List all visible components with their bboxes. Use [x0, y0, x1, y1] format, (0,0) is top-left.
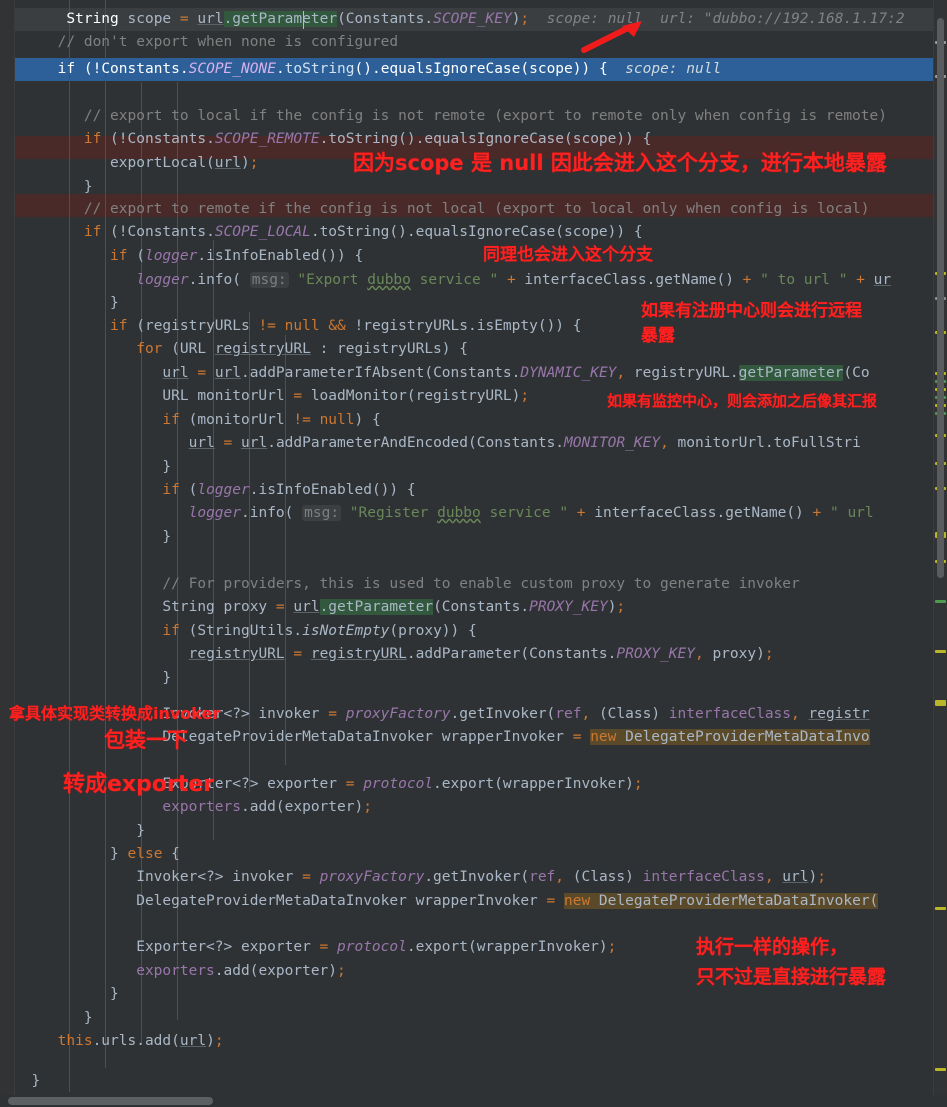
editor-gutter[interactable] — [0, 0, 15, 1107]
marker-ok[interactable] — [935, 600, 946, 603]
annotation-to-invoker: 拿具体实现类转换成invoker — [9, 704, 221, 723]
code-line[interactable]: if (monitorUrl != null) { — [0, 409, 947, 432]
annotation-monitor: 如果有监控中心，则会添加之后像其汇报 — [607, 392, 878, 410]
code-line[interactable]: // export to local if the config is not … — [0, 105, 947, 128]
annotation-wrap: 包装一下 — [104, 728, 188, 752]
marker-warning[interactable] — [935, 700, 946, 706]
code-line[interactable]: } — [0, 1070, 947, 1093]
red-arrow-annotation — [581, 21, 642, 53]
annotation-same-op-line2: 只不过是直接进行暴露 — [696, 966, 887, 988]
annotation-same-op-line1: 执行一样的操作， — [696, 936, 849, 958]
code-line[interactable]: // For providers, this is used to enable… — [0, 573, 947, 596]
code-line[interactable]: } — [0, 526, 947, 549]
code-line[interactable]: // export to remote if the config is not… — [0, 198, 947, 221]
annotation-registry-remote-line1: 如果有注册中心则会进行远程 — [641, 301, 862, 321]
code-line[interactable]: this.urls.add(url); — [0, 1030, 947, 1053]
annotation-local-export: 因为scope 是 null 因此会进入这个分支，进行本地暴露 — [353, 151, 887, 175]
code-line[interactable]: if (logger.isInfoEnabled()) { — [0, 245, 947, 268]
text-caret — [303, 11, 304, 29]
annotation-same-branch: 同理也会进入这个分支 — [483, 245, 653, 265]
code-line[interactable]: registryURL = registryURL.addParameter(C… — [0, 643, 947, 666]
code-line[interactable]: String scope = url.getParameter(Constant… — [0, 8, 947, 31]
annotation-to-exporter: 转成exporter — [63, 772, 215, 797]
code-line[interactable]: Invoker<?> invoker = proxyFactory.getInv… — [0, 866, 947, 889]
code-line-selected[interactable]: if (!Constants.SCOPE_NONE.toString().equ… — [0, 58, 947, 81]
code-line[interactable]: String proxy = url.getParameter(Constant… — [0, 596, 947, 619]
marker-warning[interactable] — [935, 1068, 946, 1071]
code-line[interactable]: DelegateProviderMetaDataInvoker wrapperI… — [0, 890, 947, 913]
code-line[interactable]: if (logger.isInfoEnabled()) { — [0, 479, 947, 502]
code-line[interactable]: exporters.add(exporter); — [0, 796, 947, 819]
code-line[interactable]: } else { — [0, 843, 947, 866]
code-line[interactable]: // don't export when none is configured — [0, 31, 947, 54]
vertical-scrollbar-thumb[interactable] — [937, 18, 944, 578]
marker-warning[interactable] — [935, 650, 946, 653]
code-line[interactable]: logger.info( msg: "Register dubbo servic… — [0, 502, 947, 525]
code-line[interactable]: if (!Constants.SCOPE_LOCAL.toString().eq… — [0, 221, 947, 244]
code-line[interactable]: url = url.addParameterIfAbsent(Constants… — [0, 362, 947, 385]
marker-warning[interactable] — [935, 907, 946, 910]
code-line[interactable]: if (StringUtils.isNotEmpty(proxy)) { — [0, 620, 947, 643]
annotation-registry-remote-line2: 暴露 — [641, 326, 675, 346]
code-line[interactable]: } — [0, 667, 947, 690]
code-line[interactable]: } — [0, 1007, 947, 1030]
code-line[interactable]: for (URL registryURL : registryURLs) { — [0, 338, 947, 361]
code-line[interactable]: url = url.addParameterAndEncoded(Constan… — [0, 432, 947, 455]
code-line[interactable]: logger.info( msg: "Export dubbo service … — [0, 269, 947, 292]
code-line[interactable]: } — [0, 456, 947, 479]
code-line[interactable]: } — [0, 176, 947, 199]
code-line[interactable]: } — [0, 820, 947, 843]
code-editor[interactable]: String scope = url.getParameter(Constant… — [0, 0, 947, 1107]
horizontal-scrollbar-thumb[interactable] — [8, 1097, 213, 1105]
